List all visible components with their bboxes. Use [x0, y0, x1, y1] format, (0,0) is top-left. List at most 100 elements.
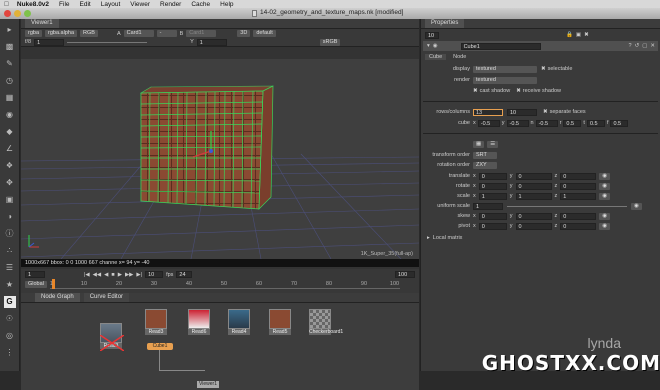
close-node-icon[interactable]: ✕	[650, 43, 655, 49]
apple-icon[interactable]: 	[4, 1, 9, 8]
read-node-3[interactable]: Read6	[188, 309, 210, 335]
lut-dropdown[interactable]: sRGB	[319, 38, 341, 46]
help-icon[interactable]: ?	[629, 43, 632, 49]
float-icon[interactable]: ▣	[576, 32, 581, 38]
merge-tool-icon[interactable]: ❖	[4, 160, 16, 172]
scale-y-field[interactable]: 1	[515, 192, 552, 200]
gain-slider[interactable]	[67, 41, 148, 43]
cube-x-field[interactable]: -0.5	[477, 119, 500, 127]
max-panels-field[interactable]: 10	[425, 31, 439, 39]
columns-field[interactable]: 10	[507, 108, 537, 116]
tab-curve-editor[interactable]: Curve Editor	[83, 293, 130, 302]
collapse-icon[interactable]: ▾	[427, 43, 430, 49]
cast-shadow-checkbox[interactable]: ✖	[473, 88, 478, 94]
pivot-x-field[interactable]: 0	[478, 222, 507, 230]
image-tool-icon[interactable]: ▩	[4, 41, 16, 53]
lock-icon[interactable]: 🔒	[566, 32, 573, 38]
gain-field[interactable]: 1	[34, 38, 65, 46]
color-tool-icon[interactable]: ◉	[4, 109, 16, 121]
menu-cache[interactable]: Cache	[191, 1, 210, 8]
frame-out-field[interactable]: 100	[395, 271, 415, 278]
translate-y-field[interactable]: 0	[515, 172, 552, 180]
stop-button[interactable]: ■	[111, 272, 114, 278]
rotate-z-field[interactable]: 0	[560, 182, 597, 190]
tab-node-graph[interactable]: Node Graph	[35, 293, 80, 302]
keyer-tool-icon[interactable]: ∠	[4, 143, 16, 155]
separate-faces-checkbox[interactable]: ✖	[543, 109, 548, 115]
input-a-dropdown[interactable]: Card1	[123, 30, 154, 37]
display-dropdown[interactable]: textured	[473, 65, 537, 73]
transform-order-dropdown[interactable]: SRT	[473, 151, 497, 159]
viewer-select-icon[interactable]: ▸	[4, 24, 16, 36]
scale-anim-icon[interactable]: ◉	[599, 192, 611, 200]
gamma-field[interactable]: 1	[196, 38, 227, 46]
rotate-x-field[interactable]: 0	[478, 182, 507, 190]
metadata-tool-icon[interactable]: ⓘ	[4, 228, 16, 240]
axis-snap-icon[interactable]: ☰	[487, 140, 499, 148]
camera-dropdown[interactable]: default	[253, 30, 276, 37]
rotate-y-field[interactable]: 0	[515, 182, 552, 190]
tab-properties[interactable]: Properties	[425, 19, 465, 28]
node-color-icon[interactable]: ◉	[433, 43, 438, 49]
subtab-node[interactable]: Node	[449, 54, 470, 60]
cube-y-field[interactable]: -0.5	[506, 119, 529, 127]
read-node-2[interactable]: Read3	[145, 309, 167, 335]
play-forward-button[interactable]: ▶	[118, 272, 122, 278]
read-node-4[interactable]: Read4	[228, 309, 250, 335]
furnace-tool-icon[interactable]: ☉	[4, 313, 16, 325]
play-backward-button[interactable]: ◀	[104, 272, 108, 278]
translate-anim-icon[interactable]: ◉	[599, 172, 611, 180]
plugins-tool-icon[interactable]: ⋮	[4, 347, 16, 359]
menu-help[interactable]: Help	[220, 1, 233, 8]
subtab-cube[interactable]: Cube	[425, 53, 447, 60]
channels-dropdown[interactable]: rgba	[25, 30, 43, 37]
draw-tool-icon[interactable]: ✎	[4, 58, 16, 70]
frame-in-field[interactable]: 1	[25, 271, 45, 278]
views-tool-icon[interactable]: ◑	[4, 211, 16, 223]
axis-manipulator-icon[interactable]: ▦	[473, 140, 485, 148]
skew-y-field[interactable]: 0	[515, 212, 552, 220]
node-graph-panel[interactable]: Node Graph Curve Editor Read3 Read3 Read…	[21, 293, 419, 390]
filter-tool-icon[interactable]: ◆	[4, 126, 16, 138]
menu-file[interactable]: File	[59, 1, 69, 8]
time-tool-icon[interactable]: ◷	[4, 75, 16, 87]
zoom-window-button[interactable]	[24, 10, 31, 17]
local-matrix-row[interactable]: ▸ Local matrix	[421, 234, 660, 242]
minimize-window-button[interactable]	[14, 10, 21, 17]
menu-render[interactable]: Render	[160, 1, 181, 8]
cube-n-field[interactable]: -0.5	[535, 119, 558, 127]
uniform-scale-field[interactable]: 1	[473, 202, 503, 210]
render-dropdown[interactable]: textured	[473, 76, 537, 84]
receive-shadow-checkbox[interactable]: ✖	[516, 88, 521, 94]
transform-tool-icon[interactable]: ✥	[4, 177, 16, 189]
cube-node[interactable]: Cube1	[147, 343, 173, 350]
fps-field[interactable]: 24	[176, 271, 193, 278]
translate-z-field[interactable]: 0	[560, 172, 597, 180]
gizmo-tool-icon[interactable]: G	[3, 296, 16, 308]
last-frame-button[interactable]: ▶|	[136, 272, 142, 278]
first-frame-button[interactable]: |◀	[84, 272, 90, 278]
current-frame-field[interactable]: 10	[145, 271, 164, 278]
ocula-tool-icon[interactable]: ◎	[4, 330, 16, 342]
rotate-anim-icon[interactable]: ◉	[599, 182, 611, 190]
read-node-5[interactable]: Read5	[269, 309, 291, 335]
other-tool-icon[interactable]: ★	[4, 279, 16, 291]
particles-tool-icon[interactable]: ∴	[4, 245, 16, 257]
scale-z-field[interactable]: 1	[560, 192, 597, 200]
pivot-anim-icon[interactable]: ◉	[599, 222, 611, 230]
menu-app[interactable]: Nuke8.0v2	[17, 1, 49, 8]
next-key-button[interactable]: ▶▶	[125, 272, 133, 278]
rotation-order-dropdown[interactable]: ZXY	[473, 161, 497, 169]
pivot-y-field[interactable]: 0	[515, 222, 552, 230]
timeline-ruler[interactable]: 1 1 10 20 30 40 50 60 70 80 90 100	[49, 279, 400, 289]
skew-x-field[interactable]: 0	[478, 212, 507, 220]
clear-panels-icon[interactable]: ✖	[584, 32, 589, 38]
rows-field[interactable]: 13	[473, 108, 503, 116]
timeline-mode-dropdown[interactable]: Global	[25, 281, 47, 288]
close-window-button[interactable]	[4, 10, 11, 17]
expand-arrow-icon[interactable]: ▸	[427, 235, 430, 241]
skew-z-field[interactable]: 0	[560, 212, 597, 220]
channel-tool-icon[interactable]: ▦	[4, 92, 16, 104]
toolsets-icon[interactable]: ☰	[4, 262, 16, 274]
uniform-scale-anim-icon[interactable]: ◉	[631, 202, 642, 210]
